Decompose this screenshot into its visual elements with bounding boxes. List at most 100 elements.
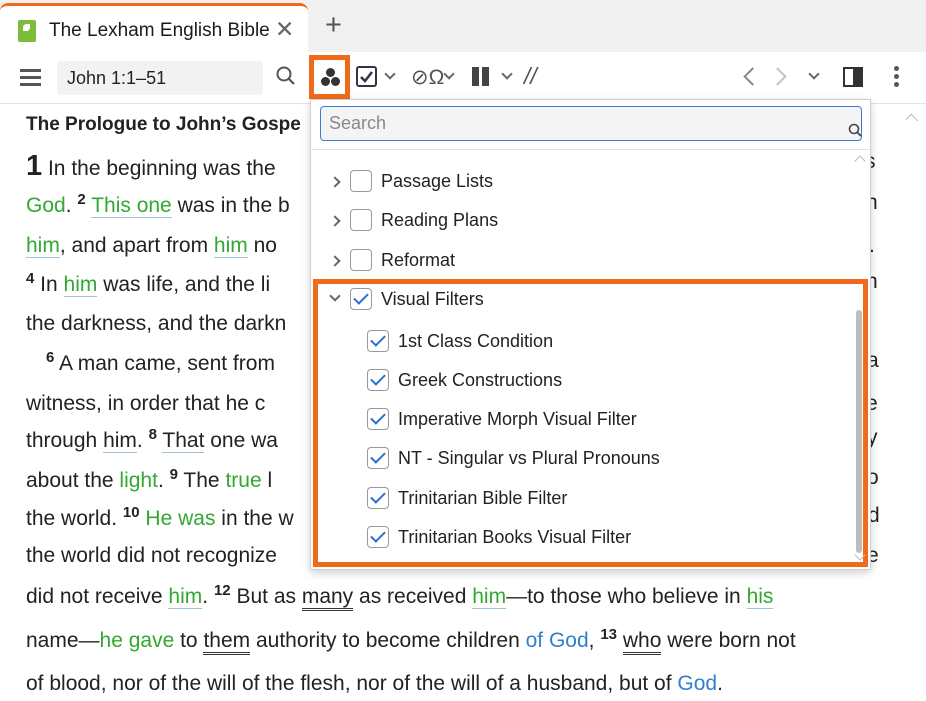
word-link[interactable]: he gave xyxy=(100,629,175,652)
text-run: one wa xyxy=(204,429,278,452)
filter-item-trinitarian-bible[interactable]: Trinitarian Bible Filter xyxy=(311,485,851,515)
word-link[interactable]: who xyxy=(622,629,662,655)
forward-arrow-icon[interactable] xyxy=(768,67,787,86)
section-heading: The Prologue to John’s Gospe xyxy=(26,114,301,135)
text-line: of blood, nor of the will of the flesh, … xyxy=(26,672,723,696)
text-run: did not receive xyxy=(26,585,169,608)
word-link[interactable]: God xyxy=(677,672,717,695)
word-link[interactable]: He was xyxy=(145,507,215,530)
chevron-down-icon[interactable] xyxy=(808,68,820,80)
chevron-right-icon[interactable] xyxy=(329,255,341,267)
word-link[interactable]: them xyxy=(203,629,251,655)
text-line: the world did not recognize e xyxy=(26,544,879,568)
word-link[interactable]: That xyxy=(162,429,205,453)
word-link[interactable]: him xyxy=(26,234,60,258)
text-line: witness, in order that he ce xyxy=(26,392,878,416)
filter-label: NT - Singular vs Plural Pronouns xyxy=(398,448,660,468)
text-run: about the xyxy=(26,469,120,492)
reference-input[interactable]: John 1:1–51 xyxy=(57,61,263,95)
tab-bar: The Lexham English Bible ✕ + xyxy=(0,0,926,52)
text-run: , xyxy=(588,629,601,652)
text-line: name—he gave to them authority to become… xyxy=(26,626,796,655)
filter-checkbox[interactable] xyxy=(367,487,389,509)
text-run: of blood, nor of the will of the flesh, … xyxy=(26,672,678,695)
chevron-right-icon[interactable] xyxy=(329,176,341,188)
word-link[interactable]: him xyxy=(472,585,507,609)
filter-label: Imperative Morph Visual Filter xyxy=(398,409,637,429)
chevron-down-icon[interactable] xyxy=(443,68,455,80)
text-run: A man came, sent from xyxy=(54,352,275,375)
word-link[interactable]: his xyxy=(746,585,774,609)
text-run: authority to become children xyxy=(250,629,526,652)
word-link[interactable]: him xyxy=(63,273,98,297)
text-line: 1 In the beginning was thes xyxy=(26,150,876,183)
interlinear-omega-icon[interactable]: ⊘Ω xyxy=(411,65,444,90)
word-link[interactable]: God xyxy=(26,194,66,217)
back-arrow-icon[interactable] xyxy=(743,67,762,86)
word-link[interactable]: many xyxy=(301,585,354,611)
word-link[interactable]: This one xyxy=(91,194,172,218)
text-run: no xyxy=(247,234,277,257)
chevron-right-icon[interactable] xyxy=(329,215,341,227)
filter-checkbox[interactable] xyxy=(350,170,372,192)
filter-search-field[interactable] xyxy=(320,106,862,141)
tab-lexham-english-bible[interactable]: The Lexham English Bible ✕ xyxy=(0,3,308,52)
filter-group-reformat[interactable]: Reformat xyxy=(311,247,856,277)
scroll-up-icon[interactable] xyxy=(905,113,919,127)
filter-item-trinitarian-books[interactable]: Trinitarian Books Visual Filter xyxy=(311,524,851,554)
filter-checkbox[interactable] xyxy=(367,408,389,430)
filter-label: Trinitarian Books Visual Filter xyxy=(398,527,632,547)
filter-checkbox[interactable] xyxy=(350,209,372,231)
hamburger-menu-icon[interactable] xyxy=(20,69,41,86)
inline-check-icon[interactable] xyxy=(356,66,377,87)
scrollbar[interactable] xyxy=(856,310,862,553)
text-line: the darkness, and the darkn xyxy=(26,312,286,336)
word-link[interactable]: true xyxy=(225,469,261,492)
visual-filters-button[interactable] xyxy=(309,55,350,99)
text-line: 6 A man came, sent from a xyxy=(26,349,879,376)
text-line: about the light. 9 The true lo xyxy=(26,466,879,493)
filter-checkbox[interactable] xyxy=(367,526,389,548)
word-link[interactable]: him xyxy=(213,234,248,258)
filter-checkbox[interactable] xyxy=(350,249,372,271)
text-run: witness, in order that he c xyxy=(26,392,266,415)
filter-search-input[interactable] xyxy=(329,111,829,135)
filter-checkbox[interactable] xyxy=(367,330,389,352)
text-run: In the beginning was the xyxy=(42,157,276,180)
more-options-icon[interactable] xyxy=(894,66,899,88)
filter-checkbox[interactable] xyxy=(350,288,372,310)
text-line: through him. 8 That one wa y xyxy=(26,426,878,453)
verse-number: 9 xyxy=(169,466,178,483)
filter-group-visual-filters[interactable]: Visual Filters xyxy=(311,286,856,316)
parallel-resources-icon[interactable]: // xyxy=(524,63,537,90)
text-run: the darkness, and the darkn xyxy=(26,312,287,335)
filter-item-1st-class-condition[interactable]: 1st Class Condition xyxy=(311,328,851,358)
word-link[interactable]: of God xyxy=(526,629,589,652)
columns-icon[interactable] xyxy=(472,67,490,86)
filter-item-imperative-morph[interactable]: Imperative Morph Visual Filter xyxy=(311,406,851,436)
text-run: . xyxy=(157,469,170,492)
panel-layout-icon[interactable] xyxy=(843,67,863,87)
word-link[interactable]: light xyxy=(119,469,158,492)
scroll-up-icon[interactable] xyxy=(854,155,866,167)
tab-close-icon[interactable]: ✕ xyxy=(275,16,294,43)
text-run: in the w xyxy=(215,507,294,530)
filter-item-greek-constructions[interactable]: Greek Constructions xyxy=(311,367,851,397)
filter-item-singular-plural-pronouns[interactable]: NT - Singular vs Plural Pronouns xyxy=(311,445,851,475)
chevron-down-icon[interactable] xyxy=(384,68,396,80)
search-icon[interactable] xyxy=(848,123,862,137)
word-link[interactable]: him xyxy=(168,585,203,609)
filter-label: Passage Lists xyxy=(381,171,494,191)
filter-group-reading-plans[interactable]: Reading Plans xyxy=(311,207,856,237)
chevron-down-icon[interactable] xyxy=(329,290,341,302)
search-icon[interactable] xyxy=(276,66,295,85)
new-tab-icon[interactable]: + xyxy=(325,9,342,42)
text-line: 4 In him was life, and the li n xyxy=(26,270,878,297)
filter-checkbox[interactable] xyxy=(367,369,389,391)
text-line: him, and apart from him no. xyxy=(26,234,875,258)
chevron-down-icon[interactable] xyxy=(501,68,513,80)
filter-checkbox[interactable] xyxy=(367,447,389,469)
verse-number: 8 xyxy=(148,426,157,443)
word-link[interactable]: him xyxy=(103,429,137,453)
filter-group-passage-lists[interactable]: Passage Lists xyxy=(311,168,856,198)
